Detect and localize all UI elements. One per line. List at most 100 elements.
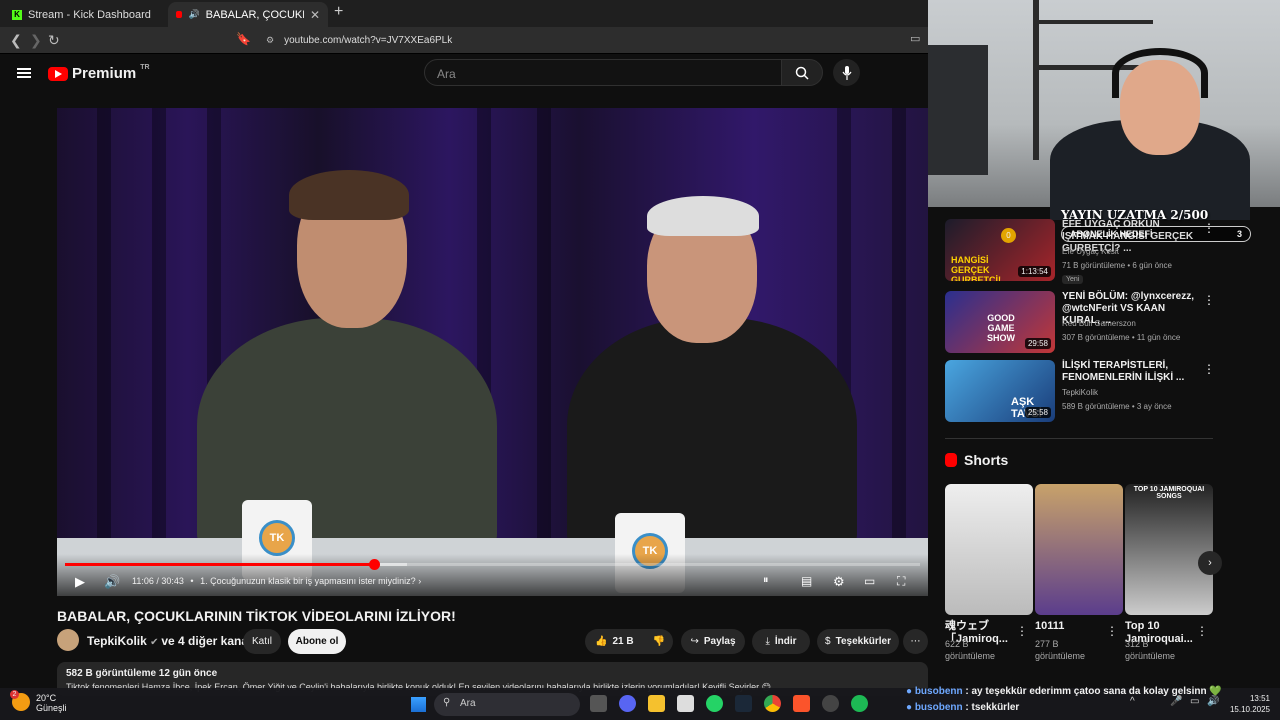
short-thumbnail[interactable] — [945, 484, 1033, 615]
chrome-icon[interactable] — [764, 695, 781, 712]
notification-badge: 2 — [10, 690, 19, 699]
spotify-icon[interactable] — [851, 695, 868, 712]
settings-icon[interactable]: ⚙ — [833, 574, 845, 590]
discord-icon[interactable] — [619, 695, 636, 712]
whatsapp-icon[interactable] — [706, 695, 723, 712]
search-button[interactable] — [781, 59, 823, 86]
chat-text: : ay teşekkür ederimm çatoo sana da kola… — [965, 686, 1222, 697]
kick-icon: K — [12, 9, 22, 20]
chat-text: : tsekkürler — [965, 702, 1020, 713]
like-count[interactable]: 21 B — [612, 636, 633, 647]
mug-logo: TK — [259, 520, 295, 556]
cast-icon[interactable]: ▭ — [910, 32, 920, 45]
progress-fill — [65, 563, 374, 566]
recommended-video[interactable]: GOOD GAME SHOW 29:58 YENİ BÖLÜM: @lynxce… — [945, 291, 1215, 353]
file-explorer-icon[interactable] — [648, 695, 665, 712]
task-view-icon[interactable] — [590, 695, 607, 712]
more-vert-icon[interactable]: ⋮ — [1106, 624, 1118, 638]
shorts-icon — [945, 453, 957, 467]
weather-sun-icon: 2 — [10, 690, 30, 711]
weather-status: Güneşli — [36, 703, 67, 713]
site-info-icon[interactable]: ⚙ — [266, 35, 274, 46]
thumbs-up-icon[interactable]: 👍 — [595, 636, 607, 647]
tab-label: BABALAR, ÇOCUKLARININ Tİ — [205, 8, 304, 21]
channel-collab[interactable]: ve 4 diğer kanal — [161, 634, 251, 648]
channel-row: TepkiKolik ✔ ve 4 diğer kanal Katıl Abon… — [57, 628, 928, 654]
duration-badge: 25:58 — [1024, 407, 1051, 418]
duration-badge: 29:58 — [1024, 338, 1051, 349]
tab-youtube-video[interactable]: 🔊 BABALAR, ÇOCUKLARININ Tİ ✕ — [168, 2, 328, 27]
temperature: 20°C — [36, 693, 57, 703]
video-meta: 71 B görüntüleme • 6 gün önce — [1062, 261, 1172, 270]
voice-search-button[interactable] — [833, 59, 860, 86]
thanks-button[interactable]: $ Teşekkürler — [817, 629, 899, 654]
short-views: 622 B görüntüleme — [945, 639, 996, 661]
progress-bar[interactable] — [65, 559, 920, 570]
channel-name[interactable]: TepkiKolik — [87, 634, 147, 648]
join-button[interactable]: Katıl — [243, 629, 281, 654]
obs-icon[interactable] — [822, 695, 839, 712]
chat-message: ● busobenn : ay teşekkür ederimm çatoo s… — [906, 686, 1226, 702]
more-actions-button[interactable]: ⋯ — [903, 629, 928, 654]
address-bar-row: ❮ ❯ ↻ 🔖 ⚙ youtube.com/watch?v=JV7XXEa6PL… — [0, 27, 928, 54]
more-vert-icon[interactable]: ⋮ — [1203, 221, 1215, 235]
theater-mode-icon[interactable]: ▭ — [864, 574, 875, 588]
tab-label: Stream - Kick Dashboard — [28, 8, 151, 21]
more-vert-icon[interactable]: ⋮ — [1196, 624, 1208, 638]
steam-icon[interactable] — [735, 695, 752, 712]
video-thumbnail[interactable]: HANGİSİ GERÇEK GURBETÇİ! 0 1:13:54 — [945, 219, 1055, 281]
channel-name: Efe Uygaç Kesit — [1062, 247, 1119, 256]
menu-icon[interactable] — [17, 68, 31, 78]
tab-kick-dashboard[interactable]: K Stream - Kick Dashboard — [4, 2, 164, 27]
system-clock[interactable]: 13:51 15.10.2025 — [1226, 693, 1270, 715]
scrubber-handle[interactable] — [368, 559, 380, 570]
video-thumbnail[interactable]: GOOD GAME SHOW 29:58 — [945, 291, 1055, 353]
video-meta: 589 B görüntüleme • 3 ay önce — [1062, 402, 1172, 411]
short-title[interactable]: 10111 — [1035, 620, 1105, 633]
fullscreen-icon[interactable]: ⛶ — [897, 574, 905, 589]
logo-text: Premium — [72, 65, 137, 82]
subtitles-icon[interactable]: ▤ — [801, 574, 812, 588]
chapter-title[interactable]: 1. Çocuğunuzun klasik bir iş yapmasını i… — [200, 576, 416, 586]
url-field[interactable]: ⚙ youtube.com/watch?v=JV7XXEa6PLk — [258, 31, 918, 50]
play-icon[interactable]: ▶ — [75, 574, 85, 590]
store-icon[interactable] — [677, 695, 694, 712]
download-button[interactable]: ⤓ İndir — [752, 629, 810, 654]
shorts-heading: Shorts — [945, 452, 1008, 468]
recommended-video[interactable]: HANGİSİ GERÇEK GURBETÇİ! 0 1:13:54 EFE U… — [945, 219, 1215, 284]
reload-icon[interactable]: ↻ — [48, 32, 60, 49]
verified-icon: ✔ — [150, 637, 162, 648]
taskbar-search[interactable]: ⚲ Ara — [434, 693, 580, 716]
video-meta: 307 B görüntüleme • 11 gün önce — [1062, 333, 1181, 342]
youtube-header: Premium TR Ara — [0, 54, 928, 94]
new-tab-button[interactable]: + — [334, 3, 343, 21]
subscribe-button[interactable]: Abone ol — [288, 629, 346, 654]
share-button[interactable]: ↪ Paylaş — [681, 629, 745, 654]
youtube-premium-logo[interactable]: Premium TR — [48, 64, 150, 82]
autoplay-toggle-icon[interactable]: ⏸ — [763, 574, 769, 587]
recommended-video[interactable]: AŞK TAVSİ 25:58 İLİŞKİ TERAPİSTLERİ, FEN… — [945, 360, 1215, 422]
close-tab-icon[interactable]: ✕ — [310, 8, 320, 22]
channel-name: Red Bull Gamerszon — [1062, 319, 1136, 328]
short-thumbnail[interactable]: TOP 10 JAMIROQUAI SONGS — [1125, 484, 1213, 615]
search-input[interactable]: Ara — [424, 59, 782, 86]
volume-icon[interactable]: 🔊 — [104, 574, 120, 590]
more-vert-icon[interactable]: ⋮ — [1203, 293, 1215, 307]
new-badge: Yeni — [1062, 275, 1084, 284]
back-icon[interactable]: ❮ — [10, 32, 22, 49]
windows-start-icon[interactable] — [411, 697, 426, 712]
duration-badge: 1:13:54 — [1018, 266, 1051, 277]
brave-icon[interactable] — [793, 695, 810, 712]
short-thumbnail[interactable] — [1035, 484, 1123, 615]
time-display: 11:06 / 30:43 — [132, 576, 184, 586]
video-player[interactable]: TK TK — [57, 108, 928, 596]
video-thumbnail[interactable]: AŞK TAVSİ 25:58 — [945, 360, 1055, 422]
more-vert-icon[interactable]: ⋮ — [1016, 624, 1028, 638]
weather-widget[interactable]: 2 20°C Güneşli — [10, 690, 67, 713]
forward-icon[interactable]: ❯ — [30, 32, 42, 49]
thumbs-down-icon[interactable]: 👎 — [653, 636, 665, 647]
bookmark-icon[interactable]: 🔖 — [236, 32, 251, 46]
more-vert-icon[interactable]: ⋮ — [1203, 362, 1215, 376]
channel-avatar[interactable] — [57, 629, 79, 651]
shorts-next-button[interactable]: › — [1198, 551, 1222, 575]
